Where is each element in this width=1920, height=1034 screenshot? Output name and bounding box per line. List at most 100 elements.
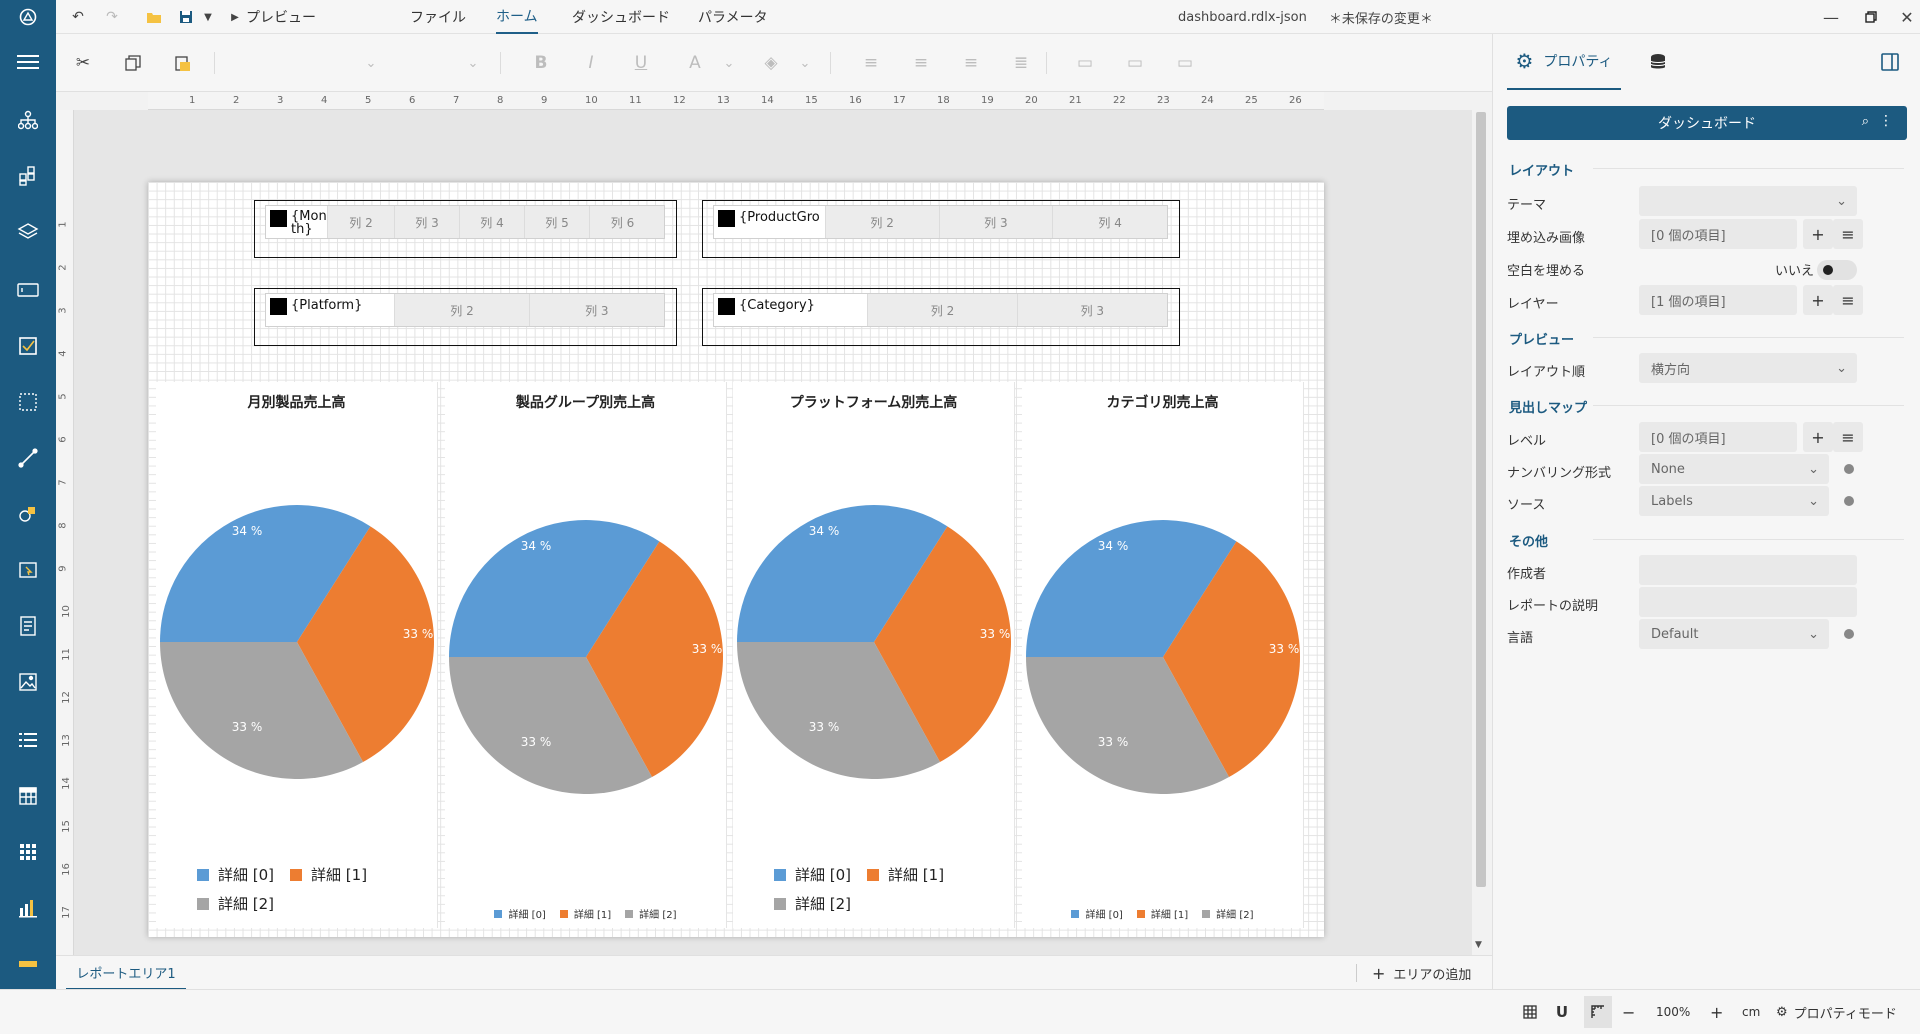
fill-color-icon[interactable]: ◈ (756, 48, 786, 78)
sparkline-icon[interactable] (8, 946, 48, 982)
expression-indicator[interactable] (1844, 464, 1854, 474)
table-cell-field[interactable]: {Platform} (266, 294, 396, 326)
language-select[interactable]: Default ⌄ (1639, 619, 1829, 649)
table-month[interactable]: {Mon th} 列 2 列 3 列 4 列 5 列 6 (254, 200, 677, 258)
menu-parameters[interactable]: パラメータ (698, 0, 768, 34)
pie-chart-platform[interactable]: 34 % 33 % 33 % プラットフォーム別売上高 詳細 [0] 詳細 [1] 詳細… (733, 382, 1015, 928)
preview-play-icon[interactable]: ▶ (226, 0, 244, 34)
undo-icon[interactable]: ↶ (64, 0, 92, 34)
tab-data-sources[interactable] (1643, 34, 1673, 90)
font-size-dropdown-icon[interactable]: ⌄ (458, 48, 488, 78)
textbox-icon[interactable] (8, 272, 48, 308)
add-icon[interactable]: + (1803, 285, 1833, 315)
scrollbar-thumb[interactable] (1476, 112, 1486, 887)
shape-icon[interactable] (8, 496, 48, 532)
theme-select[interactable]: ⌄ (1639, 186, 1857, 216)
add-area-button[interactable]: + エリアの追加 (1372, 956, 1471, 990)
fill-blank-toggle[interactable] (1817, 260, 1857, 280)
line-icon[interactable] (8, 440, 48, 476)
table-column-header[interactable]: 列 5 (525, 206, 590, 238)
table-column-header[interactable]: 列 2 (868, 294, 1018, 326)
close-icon[interactable]: ✕ (1892, 0, 1920, 34)
source-select[interactable]: Labels ⌄ (1639, 486, 1829, 516)
menu-home[interactable]: ホーム (496, 0, 538, 34)
copy-icon[interactable] (118, 48, 148, 78)
minimize-icon[interactable]: — (1816, 0, 1846, 34)
menu-preview[interactable]: プレビュー (246, 0, 316, 34)
chart-icon[interactable] (8, 890, 48, 926)
grid-toggle-icon[interactable] (1518, 1000, 1542, 1024)
table-column-header[interactable]: 列 2 (395, 294, 530, 326)
table-column-header[interactable]: 列 6 (590, 206, 655, 238)
pie-chart-category[interactable]: 34 % 33 % 33 % カテゴリ別売上高 詳細 [0] 詳細 [1] 詳細 [2] (1022, 382, 1304, 928)
font-color-icon[interactable]: A (680, 48, 710, 78)
fill-color-dropdown-icon[interactable]: ⌄ (790, 48, 820, 78)
justify-icon[interactable]: ≣ (1006, 48, 1036, 78)
report-item-selector[interactable]: ダッシュボード ⌕ ⋮ (1507, 106, 1907, 140)
list-edit-icon[interactable]: ≡ (1833, 422, 1863, 452)
font-color-dropdown-icon[interactable]: ⌄ (714, 48, 744, 78)
table-platform[interactable]: {Platform} 列 2 列 3 (254, 288, 677, 346)
menu-file[interactable]: ファイル (410, 0, 466, 34)
image-icon[interactable] (8, 664, 48, 700)
report-page[interactable]: {Mon th} 列 2 列 3 列 4 列 5 列 6 {ProductGro… (148, 182, 1324, 937)
container-icon[interactable] (8, 384, 48, 420)
hamburger-menu-icon[interactable] (8, 44, 48, 80)
numbering-select[interactable]: None ⌄ (1639, 454, 1829, 484)
add-icon[interactable]: + (1803, 422, 1833, 452)
table-column-header[interactable]: 列 4 (1053, 206, 1167, 238)
layout-order-select[interactable]: 横方向 ⌄ (1639, 353, 1857, 383)
table-column-header[interactable]: 列 4 (460, 206, 525, 238)
table-cell-field[interactable]: {Mon th} (266, 206, 328, 238)
table-column-header[interactable]: 列 3 (395, 206, 460, 238)
cut-icon[interactable]: ✂ (68, 48, 98, 78)
table-column-header[interactable]: 列 3 (530, 294, 664, 326)
table-cell-field[interactable]: {Category} (714, 294, 869, 326)
components-icon[interactable] (8, 158, 48, 194)
tab-report-area-1[interactable]: レポートエリア1 (66, 956, 186, 990)
italic-icon[interactable]: I (576, 48, 606, 78)
pie-chart-product-group[interactable]: 34 % 33 % 33 % 製品グループ別売上高 詳細 [0] 詳細 [1] 詳細 [… (445, 382, 727, 928)
underline-icon[interactable]: U (626, 48, 656, 78)
property-mode-button[interactable]: ⚙ プロパティモード (1776, 998, 1897, 1026)
add-icon[interactable]: + (1803, 219, 1833, 249)
panel-collapse-icon[interactable] (1875, 34, 1905, 90)
more-options-icon[interactable]: ⋮ (1879, 113, 1893, 129)
save-dropdown-icon[interactable]: ▼ (198, 0, 218, 34)
table-product-group[interactable]: {ProductGro 列 2 列 3 列 4 (702, 200, 1180, 258)
snap-magnet-icon[interactable]: U (1550, 998, 1574, 1026)
align-left-icon[interactable]: ≡ (856, 48, 886, 78)
richtext-icon[interactable] (8, 608, 48, 644)
author-field[interactable] (1639, 555, 1857, 585)
expression-indicator[interactable] (1844, 629, 1854, 639)
list-edit-icon[interactable]: ≡ (1833, 219, 1863, 249)
redo-icon[interactable]: ↷ (98, 0, 126, 34)
save-icon[interactable] (172, 0, 200, 34)
zoom-level[interactable]: 100% (1656, 998, 1690, 1026)
level-field[interactable]: [0 個の項目] (1639, 422, 1797, 452)
expression-indicator[interactable] (1844, 496, 1854, 506)
unit-selector[interactable]: cm (1742, 998, 1760, 1026)
table-cell-field[interactable]: {ProductGro (714, 206, 826, 238)
zoom-in-button[interactable]: + (1710, 998, 1723, 1026)
font-family-dropdown-icon[interactable]: ⌄ (356, 48, 386, 78)
align-right-icon[interactable]: ≡ (956, 48, 986, 78)
table-column-header[interactable]: 列 2 (328, 206, 395, 238)
search-icon[interactable]: ⌕ (1862, 114, 1869, 129)
bold-icon[interactable]: B (526, 48, 556, 78)
table-icon[interactable] (8, 778, 48, 814)
embedded-images-field[interactable]: [0 個の項目] (1639, 219, 1797, 249)
pie-chart-monthly[interactable]: 34 % 33 % 33 % 月別製品売上高 詳細 [0] 詳細 [1] 詳細 [2] (156, 382, 438, 928)
table-column-header[interactable]: 列 2 (826, 206, 940, 238)
layers-field[interactable]: [1 個の項目] (1639, 285, 1797, 315)
layers-icon[interactable] (8, 214, 48, 250)
valign-bottom-icon[interactable]: ▭ (1170, 48, 1200, 78)
input-field-icon[interactable] (8, 552, 48, 588)
list-edit-icon[interactable]: ≡ (1833, 285, 1863, 315)
zoom-out-button[interactable]: − (1622, 998, 1635, 1026)
maximize-icon[interactable] (1856, 0, 1886, 34)
align-center-icon[interactable]: ≡ (906, 48, 936, 78)
menu-dashboard[interactable]: ダッシュボード (572, 0, 670, 34)
open-folder-icon[interactable] (140, 0, 168, 34)
ruler-toggle-icon[interactable] (1584, 996, 1612, 1028)
